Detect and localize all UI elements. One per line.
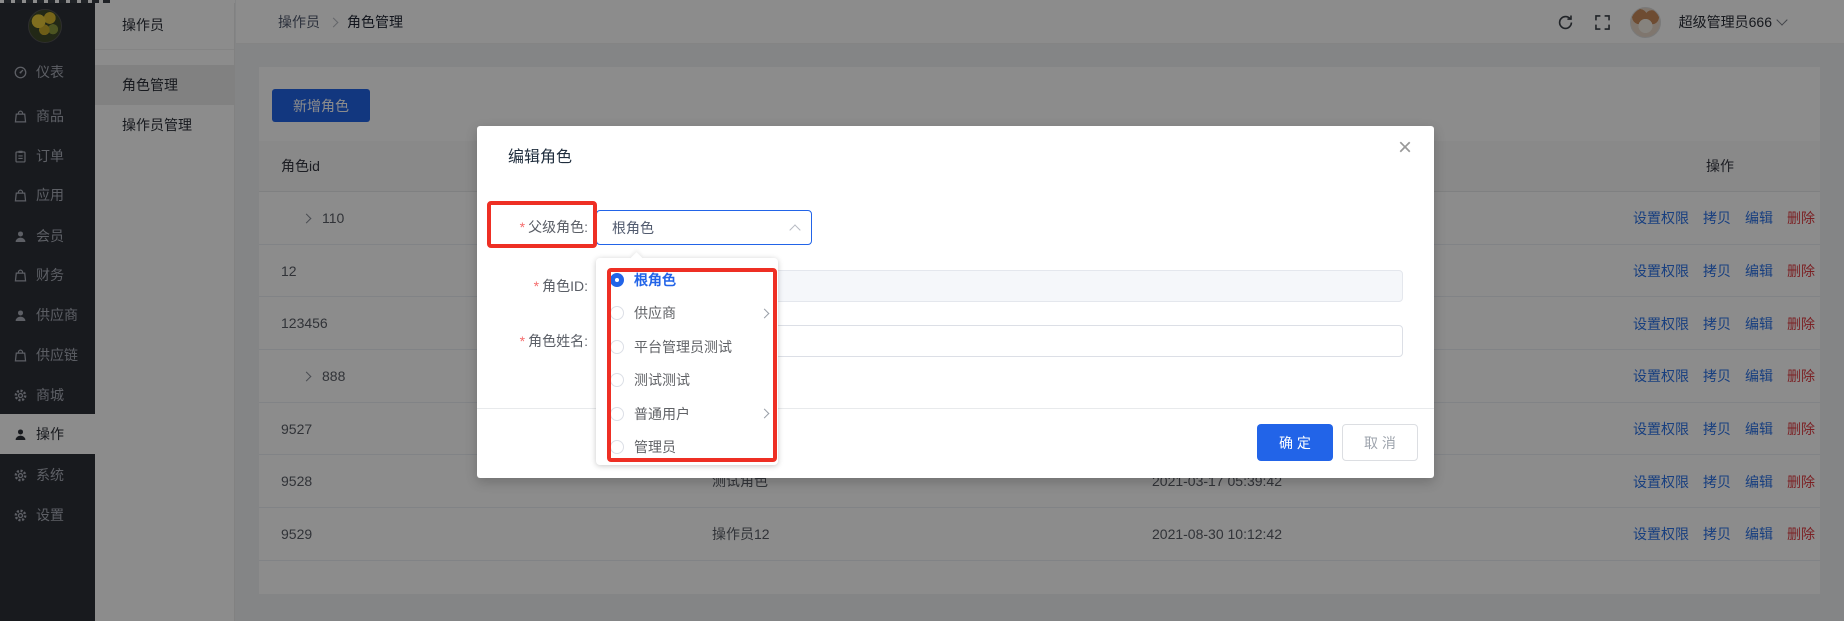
parent-role-label: *父级角色:: [477, 210, 588, 245]
cancel-button[interactable]: 取 消: [1342, 424, 1418, 461]
chevron-right-icon: [760, 409, 770, 419]
option-label: 根角色: [634, 270, 676, 290]
modal-title: 编辑角色: [508, 143, 572, 167]
role-id-label: *角色ID:: [477, 270, 588, 302]
dropdown-option-test-test[interactable]: 测试测试: [596, 364, 778, 398]
required-mark: *: [520, 219, 525, 235]
parent-role-dropdown: 根角色 供应商 平台管理员测试 测试测试 普通用户 管理员: [596, 258, 778, 465]
dropdown-option-admin[interactable]: 管理员: [596, 431, 778, 465]
page: 仪表 商品 订单 应用 会员 财务 供应商 供应链: [0, 0, 1844, 621]
chevron-right-icon: [760, 308, 770, 318]
option-label: 管理员: [634, 437, 676, 457]
chevron-up-icon: [789, 224, 800, 235]
required-mark: *: [520, 333, 525, 349]
radio-icon: [610, 373, 624, 387]
option-label: 平台管理员测试: [634, 337, 732, 357]
dropdown-option-supplier[interactable]: 供应商: [596, 297, 778, 331]
option-label: 供应商: [634, 303, 676, 323]
role-name-label: *角色姓名:: [477, 325, 588, 357]
radio-icon: [610, 340, 624, 354]
required-mark: *: [534, 278, 539, 294]
parent-role-select[interactable]: 根角色: [596, 210, 812, 245]
dropdown-option-root-role[interactable]: 根角色: [596, 263, 778, 297]
close-icon[interactable]: ×: [1398, 136, 1412, 160]
option-label: 测试测试: [634, 370, 690, 390]
option-label: 普通用户: [634, 404, 690, 424]
radio-icon: [610, 440, 624, 454]
parent-role-value: 根角色: [612, 218, 654, 238]
radio-icon: [610, 407, 624, 421]
dropdown-option-platform-admin-test[interactable]: 平台管理员测试: [596, 330, 778, 364]
radio-checked-icon: [610, 273, 624, 287]
dropdown-option-normal-user[interactable]: 普通用户: [596, 397, 778, 431]
radio-icon: [610, 306, 624, 320]
confirm-button[interactable]: 确 定: [1257, 424, 1333, 461]
